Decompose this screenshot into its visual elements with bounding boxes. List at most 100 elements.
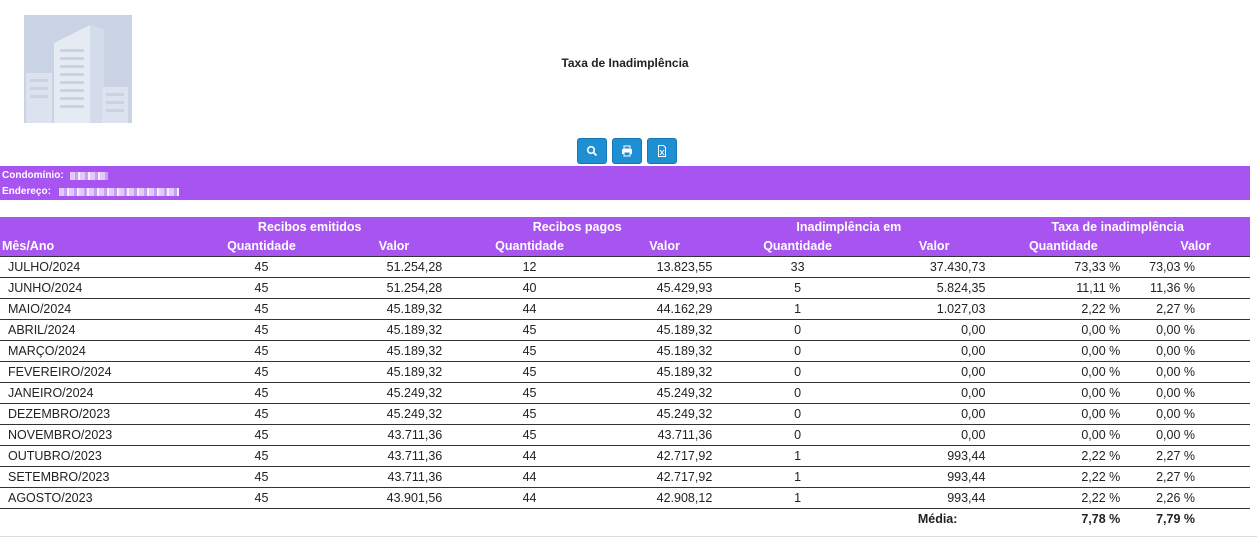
inadimplencia-quantidade: 33 [712,256,883,278]
emitidos-valor: 43.901,56 [345,487,443,509]
table-row: OUTUBRO/2023 45 43.711,36 44 42.717,92 1 993,4… [0,445,1250,467]
average-label: Média: [917,512,958,526]
search-icon [586,145,598,157]
condominio-line: Condomínio: [2,168,1248,184]
pagos-valor: 42.717,92 [616,466,713,488]
table-row: JULHO/2024 45 51.254,28 12 13.823,55 33 37.430… [0,256,1250,278]
emitidos-quantidade: 45 [177,256,346,278]
month-cell: ABRIL/2024 [0,319,178,341]
average-row: Média: 7,78 % 7,79 % [0,509,1250,530]
redacted-endereco [58,188,179,196]
emitidos-quantidade: 45 [177,361,346,383]
taxa-valor: 0,00 % [1141,340,1250,362]
taxa-valor: 0,00 % [1141,319,1250,341]
pagos-valor: 42.717,92 [616,445,713,467]
inadimplencia-valor: 0,00 [882,403,986,425]
pagos-valor: 45.189,32 [616,340,713,362]
inadimplencia-valor: 5.824,35 [882,277,986,299]
emitidos-valor: 45.189,32 [345,340,443,362]
emitidos-quantidade: 45 [177,403,346,425]
group-header: Inadimplência em [712,217,986,236]
pagos-quantidade: 45 [442,340,617,362]
month-cell: SETEMBRO/2023 [0,466,178,488]
group-header: Recibos emitidos [177,217,443,236]
pagos-valor: 44.162,29 [616,298,713,320]
table-row: MAIO/2024 45 45.189,32 44 44.162,29 1 1.027,03… [0,298,1250,320]
condominio-label: Condomínio: [2,170,64,181]
inadimplencia-valor: 0,00 [882,319,986,341]
search-button[interactable] [577,138,607,164]
toolbar [577,138,677,164]
taxa-valor: 2,26 % [1141,487,1250,509]
table-row: SETEMBRO/2023 45 43.711,36 44 42.717,92 1 993,… [0,466,1250,488]
pagos-valor: 45.249,32 [616,382,713,404]
emitidos-valor: 51.254,28 [345,256,443,278]
pagos-valor: 45.429,93 [616,277,713,299]
table-row: JANEIRO/2024 45 45.249,32 45 45.249,32 0 0,00 0… [0,382,1250,404]
month-cell: JUNHO/2024 [0,277,178,299]
emitidos-valor: 43.711,36 [345,466,443,488]
emitidos-valor: 43.711,36 [345,424,443,446]
print-button[interactable] [612,138,642,164]
inadimplencia-quantidade: 1 [712,466,883,488]
taxa-quantidade: 2,22 % [985,445,1142,467]
taxa-quantidade: 0,00 % [985,382,1142,404]
pagos-quantidade: 45 [442,361,617,383]
column-header: Quantidade [442,236,617,257]
emitidos-quantidade: 45 [177,466,346,488]
pagos-valor: 43.711,36 [616,424,713,446]
taxa-quantidade: 0,00 % [985,361,1142,383]
emitidos-quantidade: 45 [177,445,346,467]
inadimplencia-valor: 0,00 [882,424,986,446]
column-header-mes: Mês/Ano [0,236,178,257]
emitidos-valor: 45.189,32 [345,361,443,383]
group-header: Taxa de inadimplência [985,217,1250,236]
excel-export-button[interactable] [647,138,677,164]
inadimplencia-quantidade: 0 [712,361,883,383]
pagos-quantidade: 12 [442,256,617,278]
inadimplencia-quantidade: 5 [712,277,883,299]
inadimplencia-valor: 37.430,73 [882,256,986,278]
emitidos-valor: 51.254,28 [345,277,443,299]
taxa-quantidade: 2,22 % [985,298,1142,320]
column-header: Quantidade [177,236,346,257]
inadimplencia-valor: 993,44 [882,487,986,509]
page-title: Taxa de Inadimplência [561,56,689,70]
pagos-quantidade: 45 [442,424,617,446]
emitidos-quantidade: 45 [177,382,346,404]
taxa-valor: 2,27 % [1141,466,1250,488]
table-row: FEVEREIRO/2024 45 45.189,32 45 45.189,32 0 0,0… [0,361,1250,383]
average-quantidade: 7,78 % [1081,512,1121,526]
taxa-quantidade: 11,11 % [985,277,1142,299]
month-cell: JULHO/2024 [0,256,178,278]
inadimplencia-valor: 0,00 [882,382,986,404]
emitidos-quantidade: 45 [177,487,346,509]
emitidos-quantidade: 45 [177,319,346,341]
pagos-valor: 45.189,32 [616,319,713,341]
taxa-valor: 0,00 % [1141,382,1250,404]
excel-icon [658,145,666,157]
taxa-quantidade: 73,33 % [985,256,1142,278]
table-row: AGOSTO/2023 45 43.901,56 44 42.908,12 1 993,44… [0,487,1250,509]
emitidos-valor: 45.189,32 [345,319,443,341]
month-cell: AGOSTO/2023 [0,487,178,509]
inadimplencia-quantidade: 0 [712,424,883,446]
emitidos-quantidade: 45 [177,298,346,320]
emitidos-valor: 45.249,32 [345,382,443,404]
pagos-quantidade: 44 [442,487,617,509]
inadimplencia-quantidade: 0 [712,340,883,362]
table-row: ABRIL/2024 45 45.189,32 45 45.189,32 0 0,00 0,0… [0,319,1250,341]
column-header: Quantidade [712,236,883,257]
inadimplencia-quantidade: 1 [712,487,883,509]
table-row: MARÇO/2024 45 45.189,32 45 45.189,32 0 0,00 0,0… [0,340,1250,362]
taxa-valor: 0,00 % [1141,361,1250,383]
column-header: Valor [345,236,443,257]
taxa-quantidade: 0,00 % [985,424,1142,446]
print-icon [622,145,632,157]
inadimplencia-quantidade: 0 [712,382,883,404]
emitidos-quantidade: 45 [177,277,346,299]
average-valor: 7,79 % [1156,512,1195,526]
inadimplencia-quantidade: 1 [712,298,883,320]
endereco-line: Endereço: [2,184,1248,200]
table-row: NOVEMBRO/2023 45 43.711,36 45 43.711,36 0 0,00… [0,424,1250,446]
